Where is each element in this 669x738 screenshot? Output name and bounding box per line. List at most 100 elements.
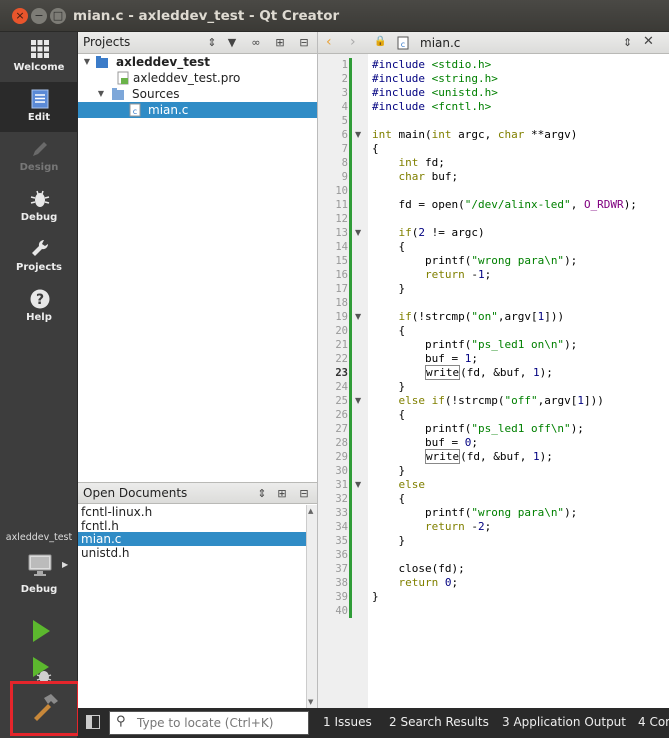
kit-selector[interactable]: ▶ Debug: [0, 548, 78, 598]
sidebar-toggle-icon[interactable]: [86, 715, 100, 729]
code-line[interactable]: if(2 != argc): [372, 226, 485, 240]
code-line[interactable]: }: [372, 590, 379, 604]
fold-marker-icon[interactable]: ▼: [355, 480, 361, 489]
svg-text:?: ?: [36, 292, 44, 308]
code-line[interactable]: char buf;: [372, 170, 459, 184]
close-window-button[interactable]: ×: [12, 8, 28, 24]
code-line[interactable]: {: [372, 408, 405, 422]
updown-arrows-icon[interactable]: ⇕: [623, 36, 632, 49]
open-document-item[interactable]: unistd.h: [78, 546, 306, 560]
forward-icon[interactable]: ›: [350, 34, 356, 50]
tree-item-pro-file[interactable]: axleddev_test.pro: [78, 70, 317, 86]
issues-tab[interactable]: 1 Issues: [323, 715, 372, 729]
lock-icon: 🔒: [374, 36, 387, 47]
mode-label: Projects: [15, 262, 62, 273]
fold-marker-icon[interactable]: ▼: [355, 312, 361, 321]
code-line[interactable]: }: [372, 380, 405, 394]
code-line[interactable]: {: [372, 240, 405, 254]
code-line[interactable]: close(fd);: [372, 562, 464, 576]
line-number: 28: [335, 437, 348, 449]
fold-marker-icon[interactable]: ▼: [355, 228, 361, 237]
tree-item-mian-c[interactable]: c mian.c: [78, 102, 317, 118]
code-line[interactable]: int main(int argc, char **argv): [372, 128, 577, 142]
updown-arrows-icon[interactable]: ⇕: [254, 486, 270, 502]
code-line[interactable]: printf("wrong para\n");: [372, 254, 577, 268]
open-documents-view-select[interactable]: Open Documents: [83, 486, 187, 500]
mode-welcome[interactable]: Welcome: [0, 32, 78, 82]
line-number: 27: [335, 423, 348, 435]
build-button[interactable]: [10, 681, 80, 736]
code-line[interactable]: fd = open("/dev/alinx-led", O_RDWR);: [372, 198, 636, 212]
open-document-item[interactable]: fcntl-linux.h: [78, 505, 306, 519]
code-line[interactable]: write(fd, &buf, 1);: [372, 449, 553, 464]
close-panel-icon[interactable]: ⊟: [296, 35, 312, 51]
mode-design[interactable]: Design: [0, 132, 78, 182]
code-line[interactable]: {: [372, 324, 405, 338]
code-line[interactable]: return 0;: [372, 576, 459, 590]
code-line[interactable]: buf = 1;: [372, 352, 478, 366]
code-line[interactable]: int fd;: [372, 156, 445, 170]
maximize-window-button[interactable]: □: [50, 8, 66, 24]
code-line[interactable]: return -1;: [372, 268, 491, 282]
fold-marker-icon[interactable]: ▼: [355, 130, 361, 139]
split-icon[interactable]: ⊞: [274, 486, 290, 502]
code-line[interactable]: printf("ps_led1 on\n");: [372, 338, 577, 352]
line-number: 39: [335, 591, 348, 603]
link-icon[interactable]: ∞: [248, 35, 264, 51]
editor-toolbar: ‹ › 🔒 c mian.c ⇕ ✕: [318, 32, 669, 54]
code-line[interactable]: return -2;: [372, 520, 491, 534]
line-number: 16: [335, 269, 348, 281]
filter-icon[interactable]: ▼: [224, 35, 240, 51]
code-line[interactable]: {: [372, 142, 379, 156]
kit-project-label: axleddev_test: [5, 532, 73, 543]
code-line[interactable]: #include <stdio.h>: [372, 58, 491, 72]
document-select[interactable]: mian.c: [420, 36, 460, 50]
mode-edit[interactable]: Edit: [0, 82, 78, 132]
search-results-tab[interactable]: 2 Search Results: [389, 715, 489, 729]
collapse-arrow-icon[interactable]: ▼: [96, 86, 106, 102]
mode-help[interactable]: ? Help: [0, 282, 78, 332]
code-line[interactable]: }: [372, 534, 405, 548]
line-number: 11: [335, 199, 348, 211]
code-editor[interactable]: ‹ › 🔒 c mian.c ⇕ ✕ 1 2 3 4 5 6 ▼ 7 8 9 10 11 12 13 ▼ 14…: [318, 32, 669, 708]
back-icon[interactable]: ‹: [326, 34, 332, 50]
run-icon[interactable]: [22, 613, 58, 649]
code-line[interactable]: else if(!strcmp("off",argv[1])): [372, 394, 604, 408]
code-line[interactable]: }: [372, 282, 405, 296]
line-number: 8: [341, 157, 348, 169]
line-number: 5: [341, 115, 348, 127]
scroll-up-icon[interactable]: ▲: [308, 507, 313, 515]
close-document-icon[interactable]: ✕: [643, 34, 654, 49]
open-document-item[interactable]: mian.c: [78, 532, 306, 546]
code-line[interactable]: #include <string.h>: [372, 72, 498, 86]
mode-projects[interactable]: Projects: [0, 232, 78, 282]
code-line[interactable]: {: [372, 492, 405, 506]
code-line[interactable]: if(!strcmp("on",argv[1])): [372, 310, 565, 324]
code-line[interactable]: printf("ps_led1 off\n");: [372, 422, 584, 436]
line-number: 26: [335, 409, 348, 421]
minimize-window-button[interactable]: −: [31, 8, 47, 24]
code-line[interactable]: buf = 0;: [372, 436, 478, 450]
scrollbar[interactable]: ▲ ▼: [306, 505, 317, 708]
locator-input[interactable]: ⚲ Type to locate (Ctrl+K): [109, 711, 309, 735]
code-line[interactable]: }: [372, 464, 405, 478]
tree-item-sources[interactable]: ▼ Sources: [78, 86, 317, 102]
mode-label: Edit: [27, 112, 51, 123]
mode-debug[interactable]: Debug: [0, 182, 78, 232]
code-line[interactable]: #include <fcntl.h>: [372, 100, 491, 114]
updown-arrows-icon[interactable]: ⇕: [204, 35, 220, 51]
code-line[interactable]: write(fd, &buf, 1);: [372, 365, 553, 380]
application-output-tab[interactable]: 3 Application Output: [502, 715, 626, 729]
scroll-down-icon[interactable]: ▼: [308, 698, 313, 706]
projects-view-select[interactable]: Projects: [83, 35, 130, 49]
fold-marker-icon[interactable]: ▼: [355, 396, 361, 405]
code-line[interactable]: printf("wrong para\n");: [372, 506, 577, 520]
compile-output-tab[interactable]: 4 Com: [638, 715, 669, 729]
close-panel-icon[interactable]: ⊟: [296, 486, 312, 502]
open-document-item[interactable]: fcntl.h: [78, 519, 306, 533]
code-line[interactable]: #include <unistd.h>: [372, 86, 498, 100]
split-icon[interactable]: ⊞: [272, 35, 288, 51]
tree-item-project[interactable]: ▼ axleddev_test: [78, 54, 317, 70]
code-line[interactable]: else: [372, 478, 426, 492]
collapse-arrow-icon[interactable]: ▼: [82, 54, 92, 70]
